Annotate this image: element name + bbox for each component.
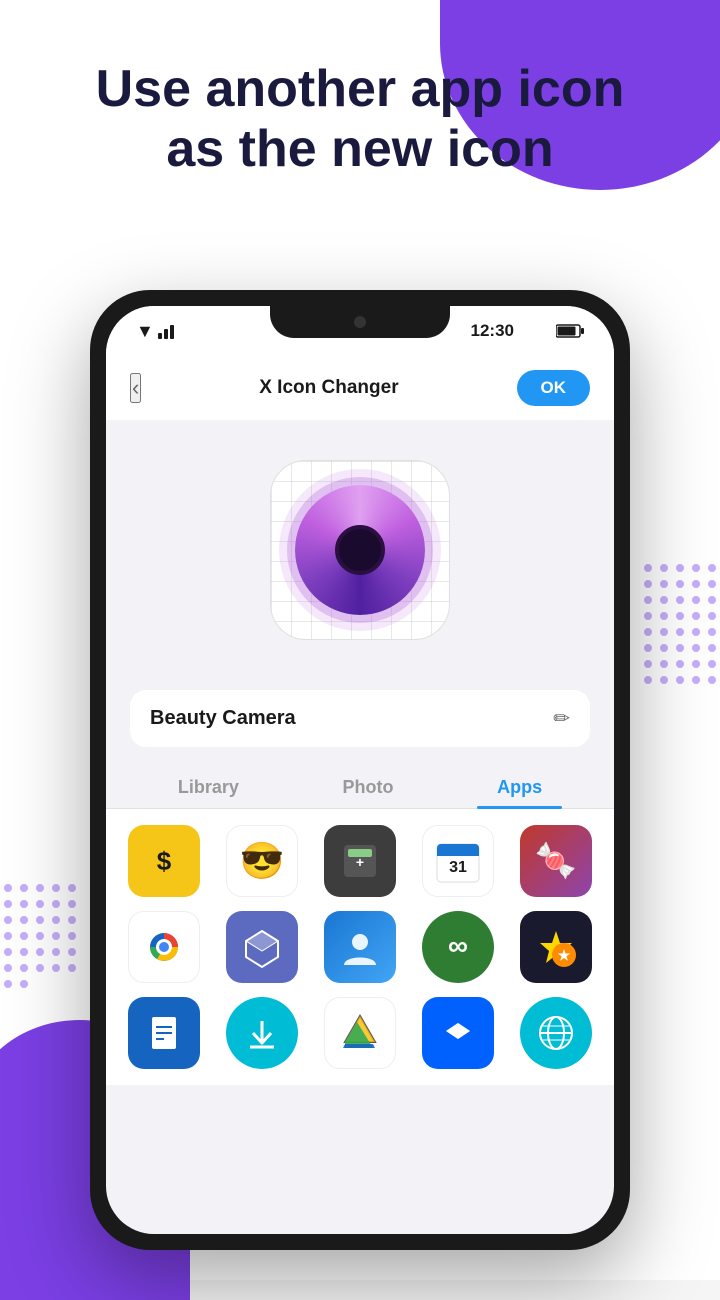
phone-mockup: ▼ 12:30 ‹ X Icon Changer OK <box>90 290 630 1250</box>
app-icon-calendar[interactable]: 31 <box>422 825 494 897</box>
ok-button[interactable]: OK <box>517 370 591 406</box>
app-icon-earth[interactable] <box>520 997 592 1069</box>
list-item[interactable] <box>122 911 206 983</box>
list-item[interactable]: + <box>318 825 402 897</box>
heading-text: Use another app icon as the new icon <box>40 60 680 180</box>
list-item[interactable]: ★ <box>514 911 598 983</box>
phone-screen: ▼ 12:30 ‹ X Icon Changer OK <box>106 306 614 1234</box>
dots-pattern-right <box>640 560 720 980</box>
app-icon-candycrush[interactable]: 🍬 <box>520 825 592 897</box>
list-item[interactable]: 🍬 <box>514 825 598 897</box>
tabs-container: Library Photo Apps <box>106 747 614 809</box>
tab-bar: Library Photo Apps <box>106 767 614 809</box>
notch <box>270 306 450 338</box>
tab-apps[interactable]: Apps <box>477 767 562 808</box>
app-title: X Icon Changer <box>259 377 398 399</box>
app-icon-3d[interactable] <box>226 911 298 983</box>
list-item[interactable]: ∞ <box>416 911 500 983</box>
icon-preview-box <box>270 460 450 640</box>
list-item[interactable] <box>514 997 598 1069</box>
app-header: ‹ X Icon Changer OK <box>106 356 614 420</box>
svg-text:31: 31 <box>449 859 467 876</box>
list-item[interactable] <box>318 911 402 983</box>
back-button[interactable]: ‹ <box>130 373 141 403</box>
app-icon-bitmoji[interactable]: 😎 <box>226 825 298 897</box>
app-icon-contacts[interactable] <box>324 911 396 983</box>
icon-preview-area <box>106 420 614 670</box>
svg-text:∞: ∞ <box>448 930 468 961</box>
list-item[interactable]: $ <box>122 825 206 897</box>
status-bar: ▼ 12:30 <box>106 306 614 356</box>
app-icon-docs[interactable] <box>128 997 200 1069</box>
list-item[interactable] <box>220 911 304 983</box>
app-icon-downloader[interactable] <box>226 997 298 1069</box>
app-icon-drive[interactable] <box>324 997 396 1069</box>
app-icon-cashapp[interactable]: $ <box>128 825 200 897</box>
app-name-label: Beauty Camera <box>150 707 296 730</box>
tab-library[interactable]: Library <box>158 767 259 808</box>
camera-lens <box>335 525 385 575</box>
list-item[interactable] <box>122 997 206 1069</box>
list-item[interactable] <box>318 997 402 1069</box>
camera-dot <box>354 316 366 328</box>
beauty-camera-app-icon <box>295 485 425 615</box>
app-name-container[interactable]: Beauty Camera ✏ <box>130 690 590 747</box>
edit-icon[interactable]: ✏ <box>553 706 570 731</box>
app-icon-superstar[interactable]: ★ <box>520 911 592 983</box>
dots-pattern-left <box>0 880 80 1080</box>
app-icon-dropbox[interactable] <box>422 997 494 1069</box>
list-item[interactable] <box>220 997 304 1069</box>
list-item[interactable] <box>416 997 500 1069</box>
app-icon-calculator[interactable]: + <box>324 825 396 897</box>
app-icon-askai[interactable]: ∞ <box>422 911 494 983</box>
page-heading: Use another app icon as the new icon <box>0 60 720 180</box>
app-icon-chrome[interactable] <box>128 911 200 983</box>
status-time: 12:30 <box>471 321 514 341</box>
tab-photo[interactable]: Photo <box>323 767 414 808</box>
svg-text:★: ★ <box>558 947 571 963</box>
apps-grid: $ 😎 + <box>106 809 614 1085</box>
status-left: ▼ <box>136 321 174 342</box>
list-item[interactable]: 31 <box>416 825 500 897</box>
signal-icon <box>158 323 174 339</box>
list-item[interactable]: 😎 <box>220 825 304 897</box>
battery-icon <box>556 324 584 338</box>
wifi-icon: ▼ <box>136 321 154 342</box>
